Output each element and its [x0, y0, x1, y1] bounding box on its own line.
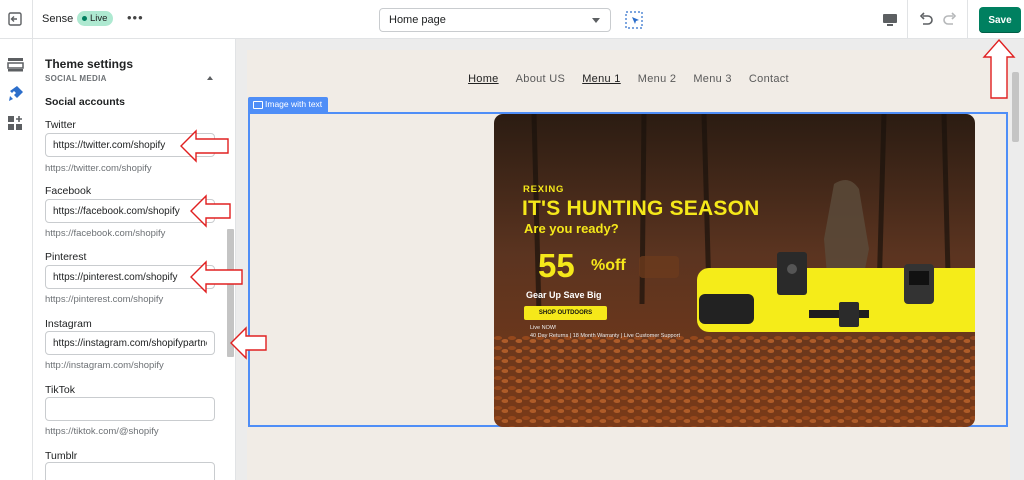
annotation-arrow-up: [982, 38, 1016, 99]
annotation-overlay: [180, 38, 1016, 360]
annotation-arrow-left: [190, 260, 243, 294]
annotation-arrow-left: [190, 194, 231, 228]
annotation-arrow-left: [230, 326, 267, 360]
annotation-arrow-left: [180, 129, 229, 163]
